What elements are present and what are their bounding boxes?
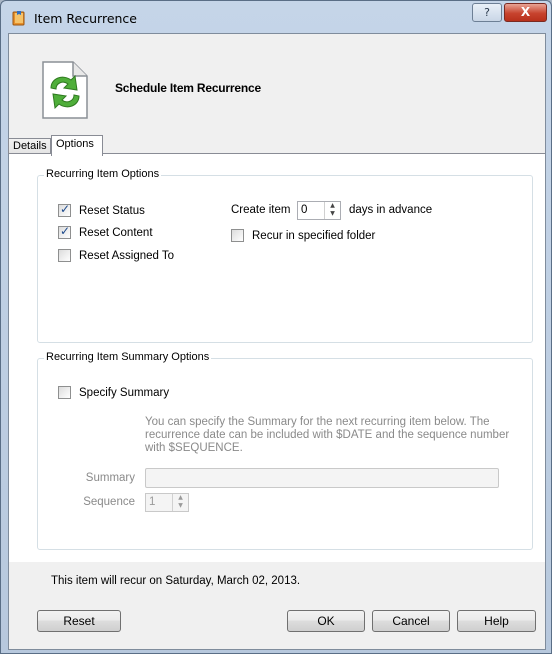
stepper-up-icon[interactable]: ▲ [325,202,340,210]
ok-button[interactable]: OK [287,610,365,632]
app-icon [12,11,25,26]
recurrence-status-text: This item will recur on Saturday, March … [51,575,301,587]
header-area: Schedule Item Recurrence [9,34,545,146]
reset-content-checkbox[interactable] [58,224,71,239]
help-title-button[interactable]: ? [472,3,502,22]
options-tab-panel: Recurring Item Options Reset Status Rese… [9,153,545,562]
recurring-options-group: Recurring Item Options Reset Status Rese… [37,168,533,343]
recurring-options-legend: Recurring Item Options [44,168,162,180]
reset-status-checkbox[interactable] [58,202,71,217]
create-item-days-value: 0 [301,204,308,216]
reset-status-label: Reset Status [79,204,145,217]
stepper-down-icon[interactable]: ▼ [325,210,340,218]
create-item-days-stepper[interactable]: 0 ▲ ▼ [297,201,341,220]
specify-summary-row[interactable]: Specify Summary [58,386,169,399]
help-button[interactable]: Help [457,610,536,632]
summary-description: You can specify the Summary for the next… [145,416,510,454]
cancel-button[interactable]: Cancel [372,610,450,632]
tab-options-label: Options [56,138,94,150]
window-title: Item Recurrence [34,11,137,26]
reset-assigned-to-row[interactable]: Reset Assigned To [58,249,174,262]
reset-content-row[interactable]: Reset Content [58,224,153,239]
question-icon: ? [484,6,490,19]
recur-in-folder-label: Recur in specified folder [252,229,376,242]
summary-label: Summary [85,472,135,484]
specify-summary-label: Specify Summary [79,386,170,399]
sequence-up-icon[interactable]: ▲ [173,494,188,502]
recur-in-folder-row[interactable]: Recur in specified folder [231,229,375,242]
close-button[interactable]: X [504,3,547,22]
reset-assigned-to-label: Reset Assigned To [79,249,175,262]
reset-button[interactable]: Reset [37,610,121,632]
days-in-advance-label: days in advance [349,204,433,216]
reset-button-label: Reset [63,614,95,628]
specify-summary-checkbox[interactable] [58,386,71,399]
create-item-label: Create item [231,204,291,216]
stepper-arrows: ▲ ▼ [324,202,340,219]
summary-options-group: Recurring Item Summary Options Specify S… [37,351,533,550]
tab-details-label: Details [13,140,47,152]
summary-input[interactable] [145,468,499,488]
sequence-stepper[interactable]: 1 ▲ ▼ [145,493,189,512]
recur-in-folder-checkbox[interactable] [231,229,244,242]
sequence-stepper-arrows: ▲ ▼ [172,494,188,511]
sequence-down-icon[interactable]: ▼ [173,502,188,510]
title-bar[interactable]: Item Recurrence ? X [1,1,551,35]
reset-status-row[interactable]: Reset Status [58,202,145,217]
document-recurrence-icon [42,61,88,119]
dialog-client-area: Schedule Item Recurrence Details Options… [8,33,546,650]
dialog-window: Item Recurrence ? X Schedule Item Recurr… [0,0,552,654]
reset-assigned-to-checkbox[interactable] [58,249,71,262]
close-icon: X [520,5,531,19]
header-title: Schedule Item Recurrence [115,81,261,95]
cancel-button-label: Cancel [392,614,430,628]
ok-button-label: OK [317,614,335,628]
sequence-value: 1 [149,496,156,508]
summary-options-legend: Recurring Item Summary Options [44,351,212,363]
tab-options[interactable]: Options [51,135,103,156]
help-button-label: Help [484,614,509,628]
sequence-label: Sequence [83,496,135,508]
tab-details[interactable]: Details [8,138,51,154]
reset-content-label: Reset Content [79,226,153,239]
